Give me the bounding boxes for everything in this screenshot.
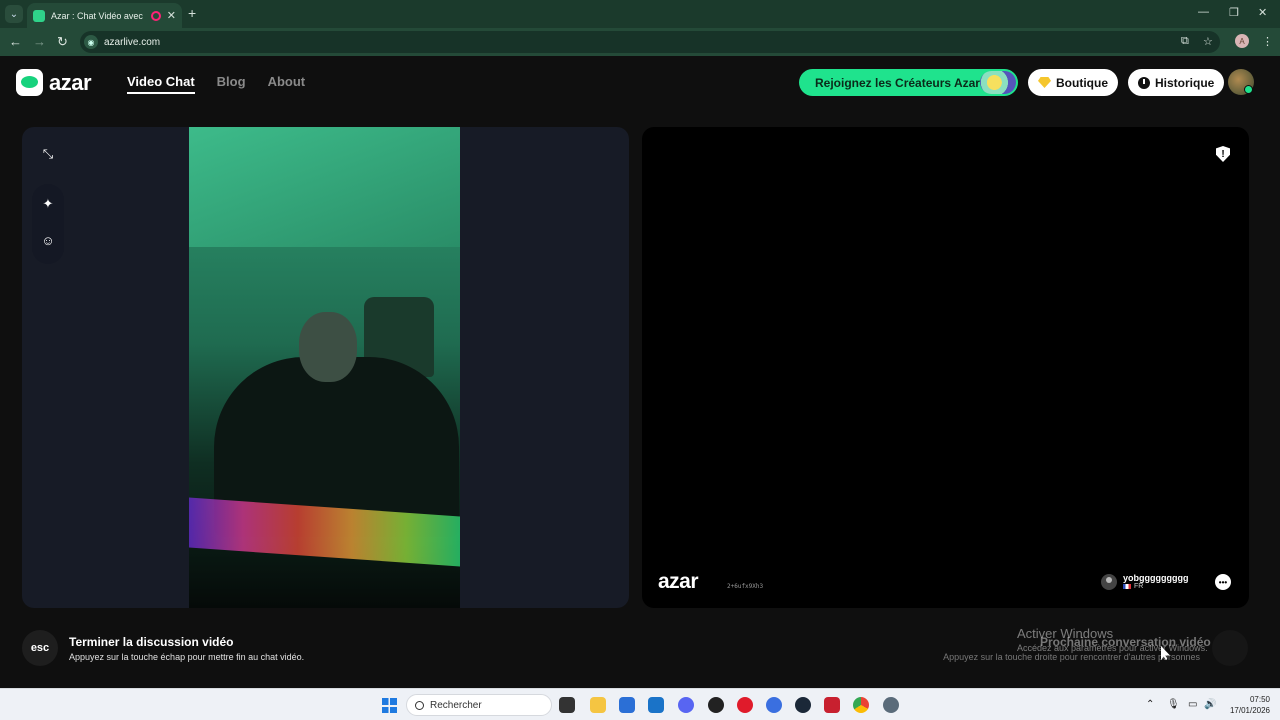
tab-title: Azar : Chat Vidéo avec de n (51, 10, 145, 21)
close-tab-icon[interactable]: ✕ (167, 9, 176, 22)
azar-logo[interactable]: azar (16, 69, 92, 96)
windows-taskbar: Rechercher ⌃ 🎙 ▭ 🔊 07:50 17/01/2026 (0, 688, 1280, 720)
nav-video-chat[interactable]: Video Chat (127, 74, 195, 94)
creators-decoration-icon (980, 71, 1016, 94)
url-text: azarlive.com (104, 36, 161, 48)
peer-country: FR (1123, 583, 1188, 590)
france-flag-icon (1123, 584, 1131, 589)
end-chat-title: Terminer la discussion vidéo (69, 635, 234, 649)
taskbar-search-placeholder: Rechercher (430, 699, 482, 711)
task-view-icon[interactable] (559, 697, 575, 713)
new-tab-button[interactable]: + (188, 5, 196, 21)
clock-date: 17/01/2026 (1229, 706, 1270, 715)
windows-start-icon[interactable] (382, 698, 397, 713)
site-info-icon[interactable]: ◉ (84, 35, 98, 49)
network-icon[interactable]: ▭ (1188, 699, 1197, 710)
clock-icon (1138, 76, 1150, 89)
chat-bubble-icon[interactable]: ••• (1215, 574, 1231, 590)
store-icon[interactable] (619, 697, 635, 713)
feed-head (299, 312, 357, 382)
logo-text: azar (49, 69, 92, 95)
tab-search-button[interactable]: ⌄ (5, 5, 23, 23)
forward-icon[interactable]: → (33, 34, 46, 49)
recording-icon (150, 10, 161, 21)
peer-info[interactable]: yobggggggggg FR (1101, 573, 1188, 590)
browser-toolbar: ← → ↻ ◉ azarlive.com ⧉ ☆ A ⋮ (0, 28, 1280, 56)
watermark-id: 2+6ufx9Xh3 (727, 583, 764, 590)
taskbar-clock[interactable]: 07:50 17/01/2026 (1226, 694, 1270, 716)
remote-video-panel: ! azar 2+6ufx9Xh3 yobggggggggg FR ••• (642, 127, 1249, 608)
install-app-icon[interactable]: ⧉ (1181, 35, 1189, 48)
join-creators-label: Rejoignez les Créateurs Azar (815, 75, 980, 90)
face-filter-icon[interactable]: ☺ (34, 226, 62, 254)
boutique-button[interactable]: Boutique (1028, 69, 1118, 96)
search-icon (415, 700, 424, 710)
end-chat-button[interactable]: esc (22, 630, 58, 666)
peer-name: yobggggggggg (1123, 573, 1189, 583)
next-chat-button[interactable] (1212, 630, 1248, 666)
bookmark-star-icon[interactable]: ☆ (1203, 35, 1213, 48)
reload-icon[interactable]: ↻ (57, 34, 68, 50)
discord-icon[interactable] (678, 697, 694, 713)
azar-watermark: azar (658, 570, 699, 593)
browser-tab-strip: ⌄ Azar : Chat Vidéo avec de n ✕ + — ❐ ✕ (0, 0, 1280, 28)
local-video-panel: ⤡ ✦ ☺ (22, 127, 629, 608)
nav-about[interactable]: About (268, 74, 306, 94)
steam-icon[interactable] (795, 697, 811, 713)
history-button[interactable]: Historique (1128, 69, 1225, 96)
clock-time: 07:50 (1249, 695, 1270, 704)
gem-icon (1038, 77, 1051, 88)
azar-logo-icon (16, 69, 43, 96)
restore-icon[interactable]: ❐ (1229, 6, 1239, 19)
close-window-icon[interactable]: ✕ (1258, 6, 1267, 19)
peer-country-code: FR (1134, 583, 1144, 590)
feed-background (189, 127, 460, 247)
app-icon-red[interactable] (824, 697, 840, 713)
volume-icon[interactable]: 🔊 (1204, 699, 1216, 710)
windows-activation-subtitle: Accédez aux paramètres pour activer Wind… (1017, 643, 1208, 653)
file-explorer-icon[interactable] (590, 697, 606, 713)
microphone-icon[interactable]: 🎙 (1167, 699, 1180, 710)
report-shield-icon[interactable]: ! (1216, 146, 1230, 162)
outlook-icon[interactable] (648, 697, 664, 713)
nav-blog[interactable]: Blog (217, 74, 246, 94)
menu-kebab-icon[interactable]: ⋮ (1262, 35, 1273, 48)
history-label: Historique (1155, 75, 1215, 90)
minimize-icon[interactable]: — (1198, 6, 1209, 18)
app-icon-blue[interactable] (766, 697, 782, 713)
opera-icon[interactable] (737, 697, 753, 713)
browser-tab[interactable]: Azar : Chat Vidéo avec de n ✕ (27, 3, 182, 28)
app-icon[interactable] (708, 697, 724, 713)
settings-gear-icon[interactable] (883, 697, 899, 713)
tray-expand-icon[interactable]: ⌃ (1146, 699, 1154, 710)
join-creators-button[interactable]: Rejoignez les Créateurs Azar (799, 69, 1018, 96)
end-chat-subtitle: Appuyez sur la touche échap pour mettre … (69, 652, 305, 662)
online-badge (1244, 85, 1253, 94)
chrome-icon[interactable] (853, 697, 869, 713)
boutique-label: Boutique (1056, 75, 1108, 90)
peer-avatar-icon (1101, 573, 1117, 590)
magic-wand-icon[interactable]: ✦ (34, 190, 62, 218)
effects-toolbar: ✦ ☺ (32, 184, 64, 264)
profile-avatar[interactable]: A (1235, 34, 1249, 48)
back-icon[interactable]: ← (9, 34, 22, 49)
windows-activation-title: Activer Windows (1017, 626, 1114, 641)
address-bar[interactable]: ◉ azarlive.com (80, 31, 1220, 53)
azar-app: azar Video Chat Blog About Rejoignez les… (0, 56, 1280, 688)
main-nav: Video Chat Blog About (127, 74, 305, 94)
exit-fullscreen-icon[interactable]: ⤡ (34, 140, 62, 168)
taskbar-search[interactable]: Rechercher (406, 694, 552, 716)
azar-favicon-icon (33, 9, 45, 22)
local-camera-feed (189, 127, 460, 608)
